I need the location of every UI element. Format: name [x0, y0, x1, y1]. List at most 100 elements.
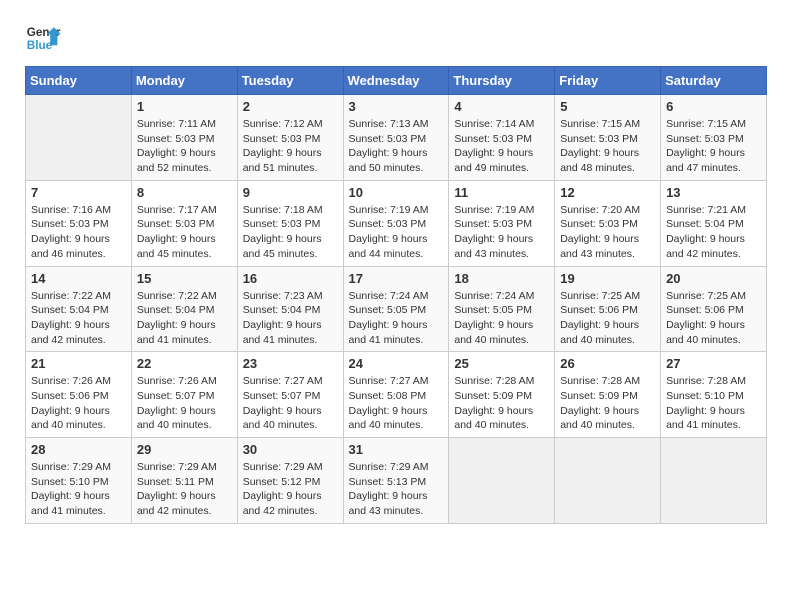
header-monday: Monday — [131, 67, 237, 95]
header-wednesday: Wednesday — [343, 67, 449, 95]
calendar-cell: 2 Sunrise: 7:12 AM Sunset: 5:03 PM Daylig… — [237, 95, 343, 181]
day-info: Sunrise: 7:26 AM Sunset: 5:07 PM Dayligh… — [137, 374, 232, 433]
day-number: 16 — [243, 271, 338, 286]
day-number: 7 — [31, 185, 126, 200]
calendar-cell — [555, 438, 661, 524]
day-info: Sunrise: 7:28 AM Sunset: 5:09 PM Dayligh… — [560, 374, 655, 433]
day-info: Sunrise: 7:22 AM Sunset: 5:04 PM Dayligh… — [31, 289, 126, 348]
calendar-cell: 5 Sunrise: 7:15 AM Sunset: 5:03 PM Daylig… — [555, 95, 661, 181]
day-number: 2 — [243, 99, 338, 114]
day-number: 26 — [560, 356, 655, 371]
day-info: Sunrise: 7:26 AM Sunset: 5:06 PM Dayligh… — [31, 374, 126, 433]
logo-icon: General Blue — [25, 20, 61, 56]
calendar-cell: 30Sunrise: 7:29 AM Sunset: 5:12 PM Dayli… — [237, 438, 343, 524]
calendar-cell: 27 Sunrise: 7:28 AM Sunset: 5:10 PM Dayli… — [661, 352, 767, 438]
calendar-cell: 7 Sunrise: 7:16 AM Sunset: 5:03 PM Daylig… — [26, 180, 132, 266]
day-number: 27 — [666, 356, 761, 371]
logo: General Blue — [25, 20, 67, 56]
calendar-week-4: 21 Sunrise: 7:26 AM Sunset: 5:06 PM Dayli… — [26, 352, 767, 438]
day-info: Sunrise: 7:29 AM Sunset: 5:10 PM Dayligh… — [31, 460, 126, 519]
day-number: 13 — [666, 185, 761, 200]
day-info: Sunrise: 7:19 AM Sunset: 5:03 PM Dayligh… — [349, 203, 444, 262]
calendar-cell: 6 Sunrise: 7:15 AM Sunset: 5:03 PM Daylig… — [661, 95, 767, 181]
calendar-week-2: 7 Sunrise: 7:16 AM Sunset: 5:03 PM Daylig… — [26, 180, 767, 266]
calendar-cell: 20 Sunrise: 7:25 AM Sunset: 5:06 PM Dayli… — [661, 266, 767, 352]
calendar-week-3: 14 Sunrise: 7:22 AM Sunset: 5:04 PM Dayli… — [26, 266, 767, 352]
day-number: 31 — [349, 442, 444, 457]
header-friday: Friday — [555, 67, 661, 95]
day-number: 23 — [243, 356, 338, 371]
day-info: Sunrise: 7:24 AM Sunset: 5:05 PM Dayligh… — [454, 289, 549, 348]
day-number: 28 — [31, 442, 126, 457]
day-info: Sunrise: 7:21 AM Sunset: 5:04 PM Dayligh… — [666, 203, 761, 262]
day-number: 24 — [349, 356, 444, 371]
day-number: 12 — [560, 185, 655, 200]
calendar-cell: 8Sunrise: 7:17 AM Sunset: 5:03 PM Daylig… — [131, 180, 237, 266]
day-number: 11 — [454, 185, 549, 200]
day-number: 10 — [349, 185, 444, 200]
day-info: Sunrise: 7:24 AM Sunset: 5:05 PM Dayligh… — [349, 289, 444, 348]
day-info: Sunrise: 7:12 AM Sunset: 5:03 PM Dayligh… — [243, 117, 338, 176]
header-tuesday: Tuesday — [237, 67, 343, 95]
day-number: 8 — [137, 185, 232, 200]
day-number: 18 — [454, 271, 549, 286]
calendar-cell: 16 Sunrise: 7:23 AM Sunset: 5:04 PM Dayli… — [237, 266, 343, 352]
day-info: Sunrise: 7:25 AM Sunset: 5:06 PM Dayligh… — [666, 289, 761, 348]
day-number: 29 — [137, 442, 232, 457]
calendar-cell: 18 Sunrise: 7:24 AM Sunset: 5:05 PM Dayli… — [449, 266, 555, 352]
day-info: Sunrise: 7:13 AM Sunset: 5:03 PM Dayligh… — [349, 117, 444, 176]
day-number: 15 — [137, 271, 232, 286]
calendar-cell: 1Sunrise: 7:11 AM Sunset: 5:03 PM Daylig… — [131, 95, 237, 181]
svg-text:Blue: Blue — [27, 39, 53, 52]
day-number: 17 — [349, 271, 444, 286]
day-info: Sunrise: 7:15 AM Sunset: 5:03 PM Dayligh… — [560, 117, 655, 176]
day-info: Sunrise: 7:20 AM Sunset: 5:03 PM Dayligh… — [560, 203, 655, 262]
calendar-cell: 17 Sunrise: 7:24 AM Sunset: 5:05 PM Dayli… — [343, 266, 449, 352]
day-number: 14 — [31, 271, 126, 286]
day-number: 3 — [349, 99, 444, 114]
day-number: 21 — [31, 356, 126, 371]
day-info: Sunrise: 7:27 AM Sunset: 5:08 PM Dayligh… — [349, 374, 444, 433]
calendar-cell: 19Sunrise: 7:25 AM Sunset: 5:06 PM Dayli… — [555, 266, 661, 352]
day-info: Sunrise: 7:28 AM Sunset: 5:09 PM Dayligh… — [454, 374, 549, 433]
calendar-cell: 29 Sunrise: 7:29 AM Sunset: 5:11 PM Dayli… — [131, 438, 237, 524]
day-info: Sunrise: 7:18 AM Sunset: 5:03 PM Dayligh… — [243, 203, 338, 262]
calendar-cell: 26 Sunrise: 7:28 AM Sunset: 5:09 PM Dayli… — [555, 352, 661, 438]
day-info: Sunrise: 7:29 AM Sunset: 5:11 PM Dayligh… — [137, 460, 232, 519]
page-header: General Blue — [25, 20, 767, 56]
day-info: Sunrise: 7:22 AM Sunset: 5:04 PM Dayligh… — [137, 289, 232, 348]
header-saturday: Saturday — [661, 67, 767, 95]
calendar-cell: 13 Sunrise: 7:21 AM Sunset: 5:04 PM Dayli… — [661, 180, 767, 266]
day-info: Sunrise: 7:19 AM Sunset: 5:03 PM Dayligh… — [454, 203, 549, 262]
calendar-cell: 31 Sunrise: 7:29 AM Sunset: 5:13 PM Dayli… — [343, 438, 449, 524]
calendar-cell: 4Sunrise: 7:14 AM Sunset: 5:03 PM Daylig… — [449, 95, 555, 181]
day-number: 9 — [243, 185, 338, 200]
day-number: 5 — [560, 99, 655, 114]
calendar-cell: 22 Sunrise: 7:26 AM Sunset: 5:07 PM Dayli… — [131, 352, 237, 438]
day-info: Sunrise: 7:11 AM Sunset: 5:03 PM Dayligh… — [137, 117, 232, 176]
calendar-cell — [449, 438, 555, 524]
calendar-week-5: 28 Sunrise: 7:29 AM Sunset: 5:10 PM Dayli… — [26, 438, 767, 524]
calendar-cell: 3 Sunrise: 7:13 AM Sunset: 5:03 PM Daylig… — [343, 95, 449, 181]
calendar-cell: 12 Sunrise: 7:20 AM Sunset: 5:03 PM Dayli… — [555, 180, 661, 266]
calendar-cell: 10 Sunrise: 7:19 AM Sunset: 5:03 PM Dayli… — [343, 180, 449, 266]
day-info: Sunrise: 7:14 AM Sunset: 5:03 PM Dayligh… — [454, 117, 549, 176]
calendar-header-row: SundayMondayTuesdayWednesdayThursdayFrid… — [26, 67, 767, 95]
calendar-cell: 28 Sunrise: 7:29 AM Sunset: 5:10 PM Dayli… — [26, 438, 132, 524]
day-number: 20 — [666, 271, 761, 286]
day-info: Sunrise: 7:16 AM Sunset: 5:03 PM Dayligh… — [31, 203, 126, 262]
calendar-cell: 24 Sunrise: 7:27 AM Sunset: 5:08 PM Dayli… — [343, 352, 449, 438]
calendar-cell: 15 Sunrise: 7:22 AM Sunset: 5:04 PM Dayli… — [131, 266, 237, 352]
header-thursday: Thursday — [449, 67, 555, 95]
day-number: 30 — [243, 442, 338, 457]
day-number: 22 — [137, 356, 232, 371]
day-info: Sunrise: 7:15 AM Sunset: 5:03 PM Dayligh… — [666, 117, 761, 176]
day-info: Sunrise: 7:23 AM Sunset: 5:04 PM Dayligh… — [243, 289, 338, 348]
calendar-cell: 14 Sunrise: 7:22 AM Sunset: 5:04 PM Dayli… — [26, 266, 132, 352]
day-info: Sunrise: 7:29 AM Sunset: 5:13 PM Dayligh… — [349, 460, 444, 519]
day-info: Sunrise: 7:28 AM Sunset: 5:10 PM Dayligh… — [666, 374, 761, 433]
calendar-cell — [26, 95, 132, 181]
day-info: Sunrise: 7:25 AM Sunset: 5:06 PM Dayligh… — [560, 289, 655, 348]
day-number: 6 — [666, 99, 761, 114]
header-sunday: Sunday — [26, 67, 132, 95]
